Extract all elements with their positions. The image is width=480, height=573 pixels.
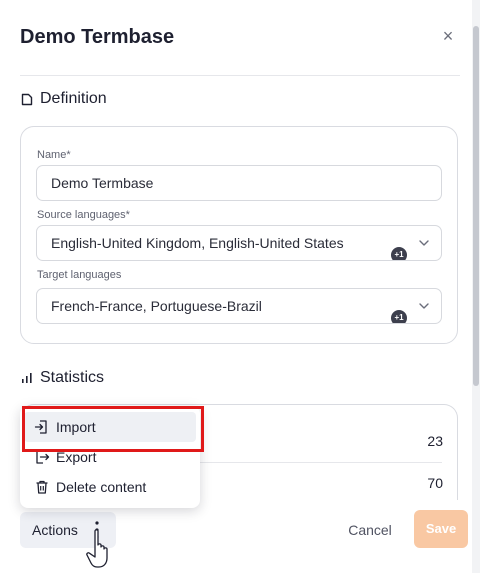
source-languages-select[interactable]: English-United Kingdom, English-United S…	[36, 225, 442, 261]
dialog-title: Demo Termbase	[20, 26, 175, 48]
chevron-down-icon	[419, 240, 429, 246]
target-languages-label: Target languages	[37, 269, 122, 281]
name-label: Name*	[37, 149, 71, 161]
statistic-value: 70	[427, 475, 443, 491]
header-divider	[20, 75, 460, 76]
trash-icon	[34, 479, 50, 495]
scrollbar-track[interactable]	[472, 0, 480, 573]
menu-item-label: Export	[56, 449, 97, 465]
menu-item-label: Delete content	[56, 479, 147, 495]
menu-item-import[interactable]: Import	[24, 412, 196, 442]
kebab-menu-icon	[95, 521, 99, 539]
import-icon	[34, 419, 50, 435]
dialog-header: Demo Termbase ×	[20, 22, 460, 52]
source-extra-count-badge: +1	[391, 247, 407, 260]
menu-item-export[interactable]: Export	[24, 442, 196, 472]
bar-chart-icon	[20, 371, 34, 385]
statistics-heading-label: Statistics	[40, 369, 105, 386]
source-languages-label: Source languages*	[37, 209, 130, 221]
statistic-value: 23	[427, 433, 443, 449]
actions-dropdown-menu: Import Export Delete content	[20, 406, 200, 508]
definition-heading: Definition	[20, 90, 107, 108]
cancel-button[interactable]: Cancel	[338, 512, 402, 548]
definition-heading-label: Definition	[40, 90, 107, 107]
actions-button-label: Actions	[32, 522, 78, 538]
chevron-down-icon	[419, 303, 429, 309]
definition-card: Name* Demo Termbase Source languages* En…	[20, 126, 458, 344]
menu-item-label: Import	[56, 419, 96, 435]
source-languages-value: English-United Kingdom, English-United S…	[51, 235, 344, 251]
actions-button[interactable]: Actions	[20, 512, 116, 548]
scrollbar-thumb[interactable]	[473, 26, 479, 386]
target-languages-select[interactable]: French-France, Portuguese-Brazil +1	[36, 288, 442, 324]
name-field[interactable]: Demo Termbase	[36, 165, 442, 201]
save-button[interactable]: Save	[414, 510, 468, 548]
menu-item-delete-content[interactable]: Delete content	[24, 472, 196, 502]
export-icon	[34, 449, 50, 465]
target-languages-value: French-France, Portuguese-Brazil	[51, 298, 262, 314]
close-icon[interactable]: ×	[438, 26, 458, 46]
statistics-heading: Statistics	[20, 369, 104, 387]
name-field-value: Demo Termbase	[51, 175, 154, 191]
document-icon	[20, 92, 34, 106]
target-extra-count-badge: +1	[391, 310, 407, 323]
